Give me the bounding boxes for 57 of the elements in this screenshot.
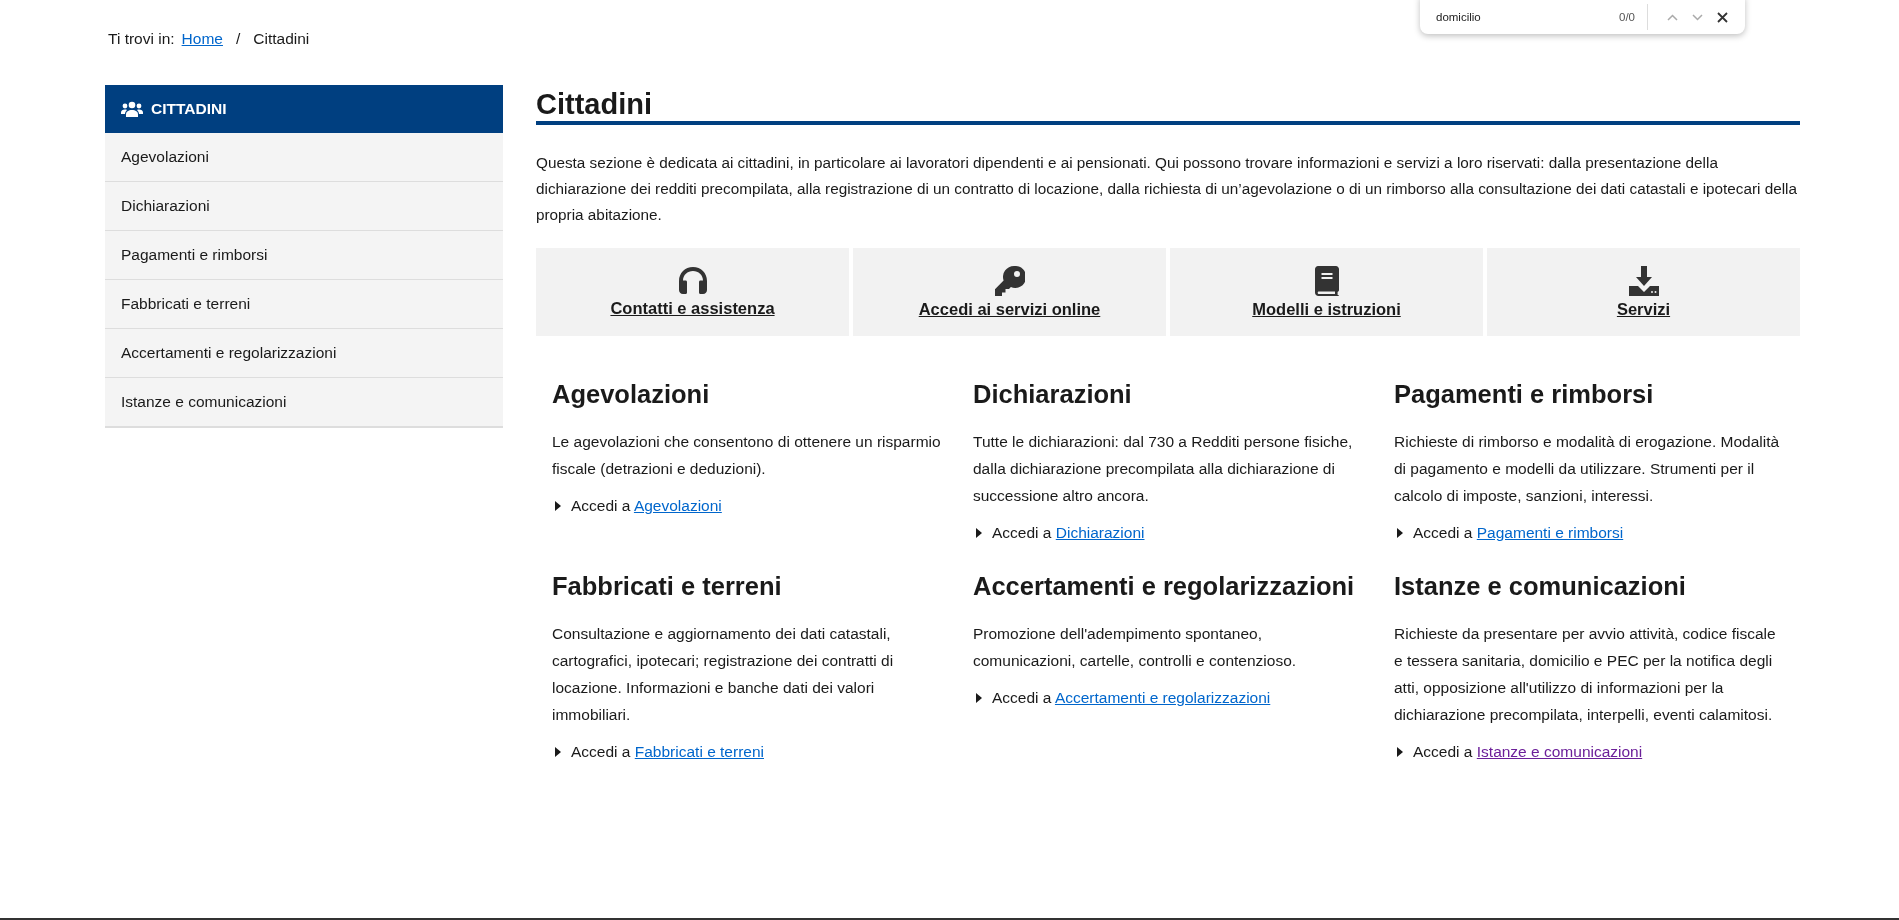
section-title: Fabbricati e terreni <box>552 571 783 602</box>
quick-link[interactable]: Servizi <box>1487 248 1800 336</box>
breadcrumb-label: Ti trovi in: <box>108 30 175 48</box>
users-icon <box>121 101 143 117</box>
match-count: 0/0 <box>1619 11 1635 23</box>
section-title: Accertamenti e regolarizzazioni <box>973 571 1356 602</box>
caret-icon <box>1397 746 1403 757</box>
page-title: Cittadini <box>536 87 653 121</box>
sidebar-title: CITTADINI <box>151 100 227 118</box>
sidebar-item[interactable]: Istanze e comunicazioni <box>105 377 503 426</box>
breadcrumb-separator: / <box>235 30 241 48</box>
section-title: Agevolazioni <box>552 379 711 410</box>
find-input[interactable]: domicilio <box>1436 11 1586 23</box>
chevron-down-icon <box>1692 13 1703 21</box>
access-text: Accedi a Agevolazioni <box>571 496 722 516</box>
caret-icon <box>555 500 561 511</box>
breadcrumb-current: Cittadini <box>253 30 310 48</box>
download-icon <box>1628 265 1659 296</box>
caret-icon <box>976 527 982 538</box>
access-text: Accedi a Dichiarazioni <box>992 523 1145 543</box>
section-link[interactable]: Dichiarazioni <box>1055 524 1145 541</box>
key-icon <box>994 265 1025 296</box>
section-title: Pagamenti e rimborsi <box>1394 379 1655 410</box>
section-link[interactable]: Pagamenti e rimborsi <box>1476 524 1624 541</box>
section-title: Dichiarazioni <box>973 379 1133 410</box>
sidebar-item[interactable]: Fabbricati e terreni <box>105 279 503 328</box>
intro-paragraph: Questa sezione è dedicata ai cittadini, in particolare ai lavoratori dipendenti e ai pensionati. Qui possono trovare informazioni e servizi a loro riservati: dalla presentazione della dichiarazione dei redditi precompilata, alla registrazione di un contratto di locazione, dalla richiesta di un’agevolazione o di un rimborso alla consultazione dei dati catastali e ipotecari della propria abitazione. <box>536 153 1799 225</box>
breadcrumb-link[interactable]: Home <box>181 30 223 48</box>
section-description: Richieste da presentare per avvio attività, codice fiscale e tessera sanitaria, domicilio e PEC per la notifica degli atti, opposizione all'utilizzo di informazioni per la dichiarazione precompilata, interpelli, eventi calamitosi. <box>1394 624 1777 725</box>
access-text: Accedi a Pagamenti e rimborsi <box>1413 523 1624 543</box>
access-text: Accedi a Fabbricati e terreni <box>571 742 764 762</box>
section-link[interactable]: Istanze e comunicazioni <box>1476 743 1643 760</box>
section-description: Promozione dell'adempimento spontaneo, comunicazioni, cartelle, controlli e contenzioso. <box>973 624 1298 671</box>
access-text: Accedi a Istanze e comunicazioni <box>1413 742 1643 762</box>
quick-link[interactable]: Modelli e istruzioni <box>1170 248 1483 336</box>
chevron-up-icon <box>1667 13 1678 21</box>
section-description: Consultazione e aggiornamento dei dati catastali, cartografici, ipotecari; registrazione dei contratti di locazione. Informazioni e banche dati dei valori immobiliari. <box>552 624 895 725</box>
headphones-icon <box>677 266 708 295</box>
section-link[interactable]: Fabbricati e terreni <box>634 743 764 760</box>
section-link[interactable]: Agevolazioni <box>633 497 722 514</box>
section-title: Istanze e comunicazioni <box>1394 571 1687 602</box>
sidebar-item[interactable]: Pagamenti e rimborsi <box>105 230 503 279</box>
section-description: Le agevolazioni che consentono di ottenere un risparmio fiscale (detrazioni e deduzioni). <box>552 432 942 479</box>
sidebar-item[interactable]: Dichiarazioni <box>105 181 503 230</box>
access-text: Accedi a Accertamenti e regolarizzazioni <box>992 688 1271 708</box>
book-icon <box>1314 265 1339 296</box>
caret-icon <box>976 692 982 703</box>
quick-link[interactable]: Contatti e assistenza <box>536 248 849 336</box>
section-description: Tutte le dichiarazioni: dal 730 a Redditi persone fisiche, dalla dichiarazione precompilata alla dichiarazione di successione altro ancora. <box>973 432 1354 506</box>
quick-link[interactable]: Accedi ai servizi online <box>853 248 1166 336</box>
section-description: Richieste di rimborso e modalità di erogazione. Modalità di pagamento e modelli da utilizzare. Strumenti per il calcolo di imposte, sanzioni, interessi. <box>1394 432 1781 506</box>
close-icon <box>1717 11 1728 23</box>
section-link[interactable]: Accertamenti e regolarizzazioni <box>1054 689 1271 706</box>
sidebar-item[interactable]: Agevolazioni <box>105 133 503 181</box>
caret-icon <box>555 746 561 757</box>
caret-icon <box>1397 527 1403 538</box>
sidebar-item[interactable]: Accertamenti e regolarizzazioni <box>105 328 503 377</box>
